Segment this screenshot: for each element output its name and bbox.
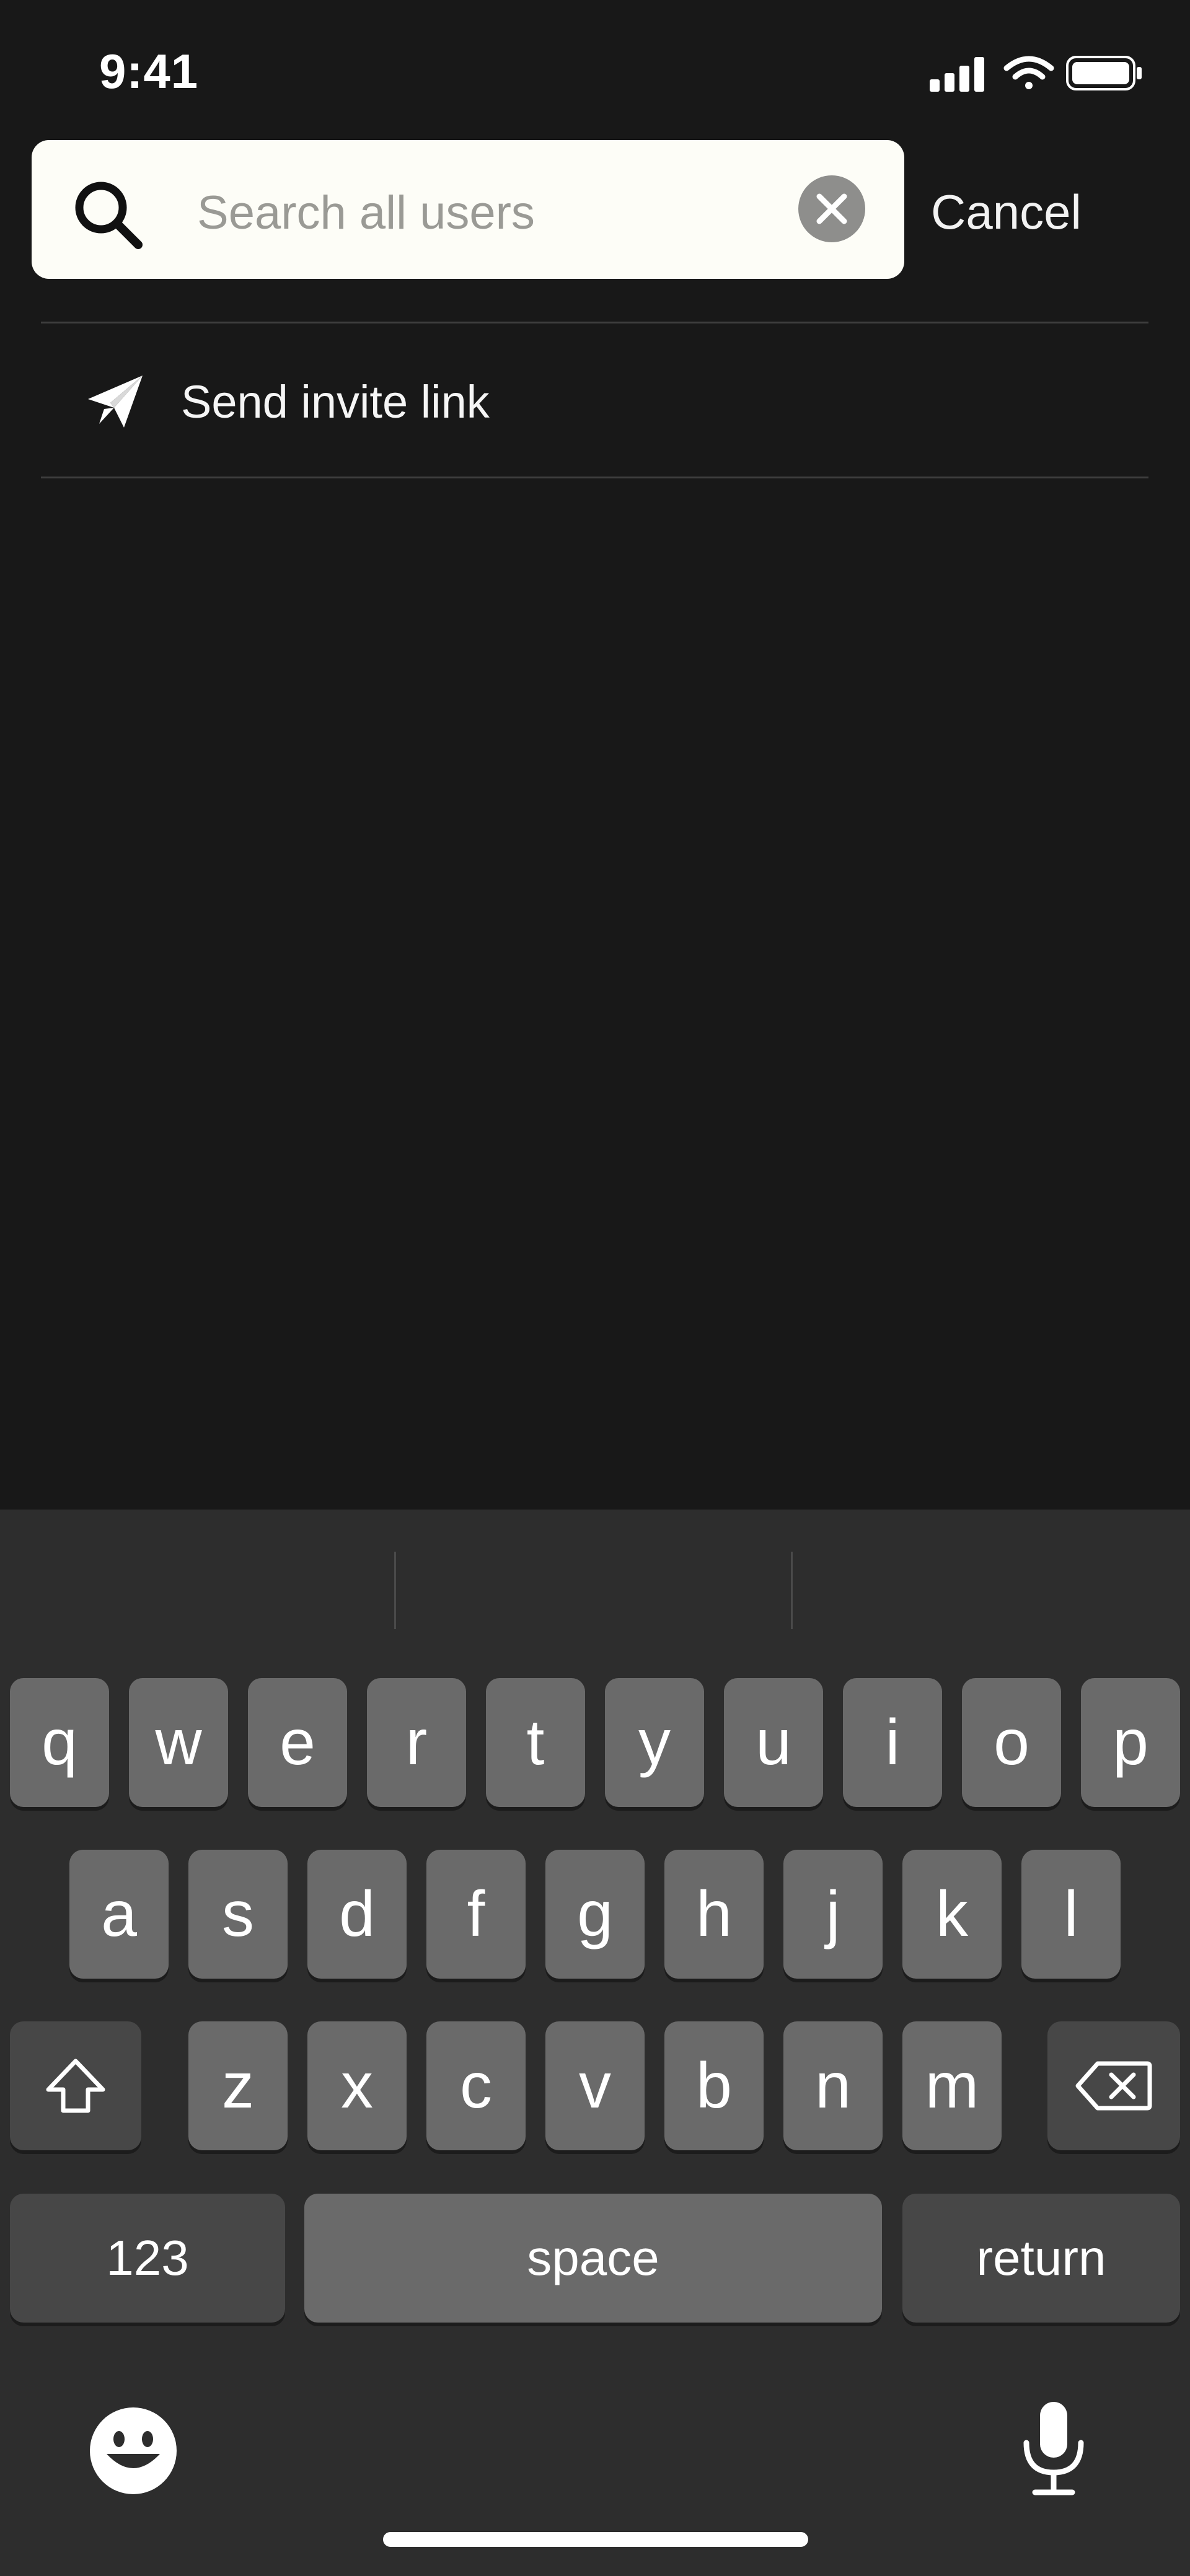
cancel-button[interactable]: Cancel [931, 184, 1082, 240]
status-time: 9:41 [99, 44, 199, 99]
cellular-signal-icon [930, 57, 984, 92]
key-w[interactable]: w [129, 1678, 228, 1807]
suggestion-divider [791, 1552, 793, 1629]
key-m[interactable]: m [902, 2021, 1002, 2150]
search-icon [75, 182, 143, 249]
key-r[interactable]: r [367, 1678, 466, 1807]
close-icon [816, 193, 847, 224]
microphone-icon[interactable] [1016, 2399, 1091, 2499]
key-k[interactable]: k [902, 1850, 1002, 1979]
search-input[interactable] [197, 178, 786, 247]
key-o[interactable]: o [962, 1678, 1061, 1807]
delete-key[interactable] [1047, 2021, 1180, 2150]
key-e[interactable]: e [248, 1678, 347, 1807]
key-j[interactable]: j [783, 1850, 883, 1979]
key-d[interactable]: d [307, 1850, 407, 1979]
clear-search-button[interactable] [798, 175, 865, 242]
return-key[interactable]: return [902, 2194, 1180, 2323]
backspace-icon [1075, 2061, 1152, 2111]
wifi-icon [1003, 56, 1054, 89]
key-s[interactable]: s [188, 1850, 288, 1979]
key-p[interactable]: p [1081, 1678, 1180, 1807]
paper-plane-icon [88, 376, 143, 428]
send-invite-link-label: Send invite link [181, 376, 490, 428]
key-l[interactable]: l [1021, 1850, 1121, 1979]
key-x[interactable]: x [307, 2021, 407, 2150]
shift-arrow-icon [46, 2059, 105, 2113]
key-u[interactable]: u [724, 1678, 823, 1807]
home-indicator [383, 2532, 808, 2547]
key-i[interactable]: i [843, 1678, 942, 1807]
key-f[interactable]: f [426, 1850, 526, 1979]
emoji-icon[interactable] [88, 2406, 178, 2496]
key-z[interactable]: z [188, 2021, 288, 2150]
key-g[interactable]: g [545, 1850, 645, 1979]
numbers-key[interactable]: 123 [10, 2194, 285, 2323]
key-n[interactable]: n [783, 2021, 883, 2150]
key-c[interactable]: c [426, 2021, 526, 2150]
key-a[interactable]: a [69, 1850, 169, 1979]
divider [41, 477, 1148, 478]
key-v[interactable]: v [545, 2021, 645, 2150]
status-icons [930, 56, 1142, 92]
shift-key[interactable] [10, 2021, 141, 2150]
key-t[interactable]: t [486, 1678, 585, 1807]
key-q[interactable]: q [10, 1678, 109, 1807]
key-b[interactable]: b [664, 2021, 764, 2150]
key-h[interactable]: h [664, 1850, 764, 1979]
suggestion-divider [394, 1552, 396, 1629]
key-y[interactable]: y [605, 1678, 704, 1807]
space-key[interactable]: space [304, 2194, 882, 2323]
battery-icon [1066, 56, 1142, 90]
